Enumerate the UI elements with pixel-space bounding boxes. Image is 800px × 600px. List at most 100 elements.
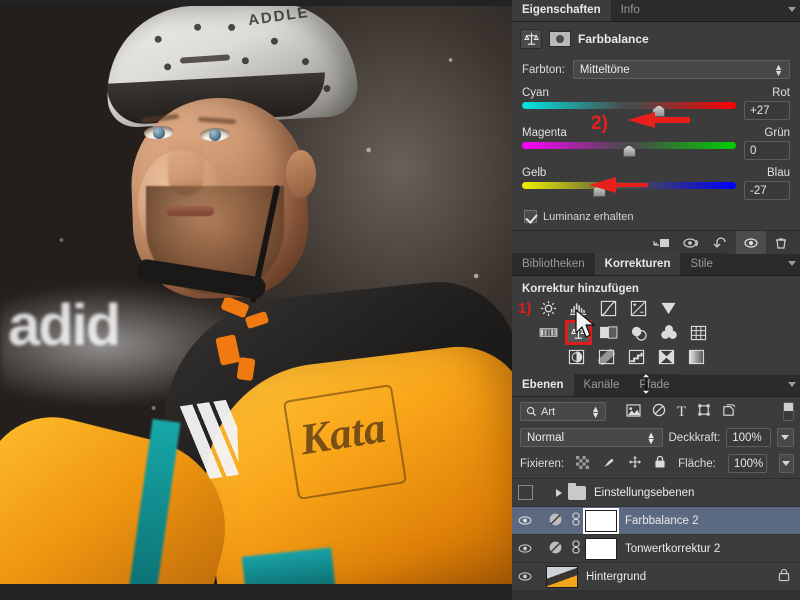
gradient-map-icon[interactable]: [686, 347, 707, 366]
layer-thumbnail[interactable]: [546, 565, 578, 588]
tab-kanaele[interactable]: Kanäle: [573, 374, 630, 396]
opacity-value[interactable]: 100%: [726, 428, 771, 447]
shape-layer-icon[interactable]: [697, 403, 711, 420]
reset-icon[interactable]: [706, 231, 736, 255]
selective-color-icon[interactable]: [656, 347, 677, 366]
lock-transparency-icon[interactable]: [576, 455, 590, 472]
mask-link-icon[interactable]: [571, 512, 581, 529]
pixel-layer-icon[interactable]: [626, 403, 641, 420]
invert-icon[interactable]: [566, 347, 587, 366]
toggle-visibility-icon[interactable]: [736, 230, 766, 255]
layer-filter-row: Art ▲ ▼ T: [512, 397, 800, 425]
lock-all-icon[interactable]: [654, 455, 666, 472]
table-row[interactable]: Hintergrund: [512, 563, 800, 591]
blend-mode-select[interactable]: Normal ▲ ▼: [520, 428, 663, 447]
yellow-blue-value[interactable]: -27: [744, 181, 790, 200]
hue-saturation-icon[interactable]: [538, 323, 559, 342]
adjustment-layer-icon: [548, 512, 563, 530]
exposure-icon[interactable]: [628, 299, 649, 318]
smart-object-icon[interactable]: [722, 403, 736, 420]
iris-right: [209, 129, 221, 141]
brightness-contrast-icon[interactable]: [538, 299, 559, 318]
clip-to-layer-icon[interactable]: [646, 231, 676, 255]
black-white-icon[interactable]: [598, 323, 619, 342]
cyan-red-value[interactable]: +27: [744, 101, 790, 120]
magenta-green-value[interactable]: 0: [744, 141, 790, 160]
photo-filter-icon[interactable]: [628, 323, 649, 342]
channel-mixer-icon[interactable]: [658, 323, 679, 342]
group-visibility-checkbox[interactable]: [517, 485, 533, 500]
tab-pfade[interactable]: Pfade: [629, 374, 680, 396]
visibility-toggle[interactable]: [512, 485, 538, 500]
threshold-icon[interactable]: [626, 347, 647, 366]
fill-label: Fläche:: [678, 457, 716, 470]
preserve-luminosity-checkbox[interactable]: [524, 210, 537, 223]
layer-mask-thumbnail[interactable]: [583, 507, 619, 534]
yellow-blue-track[interactable]: [522, 182, 736, 197]
visibility-toggle[interactable]: [512, 571, 538, 582]
mask-link-icon[interactable]: [571, 540, 581, 557]
layer-name: Farbbalance 2: [625, 514, 699, 527]
curves-icon[interactable]: [598, 299, 619, 318]
panel-menu-icon[interactable]: [788, 261, 796, 266]
yellow-blue-thumb[interactable]: [592, 185, 606, 197]
levels-icon[interactable]: [568, 299, 589, 318]
lock-icon[interactable]: [778, 568, 790, 585]
preserve-luminosity-row[interactable]: Luminanz erhalten: [512, 207, 800, 230]
visibility-toggle[interactable]: [512, 515, 538, 526]
cyan-red-thumb[interactable]: [652, 105, 666, 117]
adjustment-row-1: 1): [518, 299, 790, 318]
adjustment-layer-icon[interactable]: [652, 403, 666, 420]
table-row[interactable]: Tonwertkorrektur 2: [512, 535, 800, 563]
panel-resize-cursor-icon: [640, 373, 652, 398]
tone-select[interactable]: Mitteltöne ▲ ▼: [572, 60, 790, 79]
tab-ebenen[interactable]: Ebenen: [512, 374, 574, 396]
right-dock: Eigenschaften Info Farbbalance Farbton: …: [512, 0, 800, 600]
layer-mask-thumbnail[interactable]: [549, 31, 571, 47]
chevron-right-icon[interactable]: [556, 488, 562, 497]
tab-stile[interactable]: Stile: [680, 253, 723, 275]
tab-info[interactable]: Info: [610, 0, 650, 21]
magenta-green-track[interactable]: [522, 142, 736, 157]
opacity-dropdown-icon[interactable]: [776, 428, 794, 447]
view-previous-state-icon[interactable]: [676, 231, 706, 255]
blend-mode-value: Normal: [527, 431, 565, 444]
filter-enable-toggle[interactable]: [783, 402, 794, 421]
color-lookup-icon[interactable]: [688, 323, 709, 342]
fill-value[interactable]: 100%: [727, 454, 767, 473]
cyan-red-track[interactable]: [522, 102, 736, 117]
group-expander[interactable]: [556, 482, 586, 500]
panel-menu-icon[interactable]: [788, 382, 796, 387]
ear: [286, 150, 316, 198]
list-item[interactable]: Einstellungsebenen: [512, 479, 800, 507]
layer-mask-thumbnail[interactable]: [585, 537, 617, 560]
canvas-area[interactable]: adid Kata ADDLE: [0, 0, 512, 600]
tab-eigenschaften[interactable]: Eigenschaften: [512, 0, 611, 21]
tab-korrekturen[interactable]: Korrekturen: [594, 253, 681, 275]
panel-menu-icon[interactable]: [788, 7, 796, 12]
table-row[interactable]: Farbbalance 2: [512, 507, 800, 535]
lock-label: Fixieren:: [520, 457, 565, 470]
magenta-green-thumb[interactable]: [622, 145, 636, 157]
visibility-toggle[interactable]: [512, 543, 538, 554]
lock-image-icon[interactable]: [601, 456, 616, 472]
fill-dropdown-icon[interactable]: [778, 454, 794, 473]
blend-mode-row: Normal ▲ ▼ Deckkraft: 100%: [512, 425, 800, 450]
tone-label: Farbton:: [522, 63, 565, 76]
lock-position-icon[interactable]: [628, 455, 642, 472]
filter-type-select[interactable]: Art ▲ ▼: [520, 402, 606, 421]
magenta-green-slider-row: 0: [522, 141, 790, 160]
cyan-red-track-col: [522, 101, 736, 117]
spinner-icon: ▲ ▼: [591, 404, 600, 420]
posterize-icon[interactable]: [596, 347, 617, 366]
jacket-orange-tabs: [215, 295, 338, 396]
layer-name: Einstellungsebenen: [594, 486, 695, 499]
tab-bibliotheken[interactable]: Bibliotheken: [512, 253, 595, 275]
color-balance-adjustment-icon[interactable]: [565, 320, 592, 345]
vibrance-icon[interactable]: [658, 299, 679, 318]
annotation-step-1: 1): [518, 300, 532, 317]
delete-icon[interactable]: [766, 231, 796, 255]
canvas-top-edge: [0, 0, 512, 6]
yellow-blue-labels: Gelb Blau: [522, 167, 790, 179]
spinner-icon: ▲ ▼: [646, 430, 656, 446]
